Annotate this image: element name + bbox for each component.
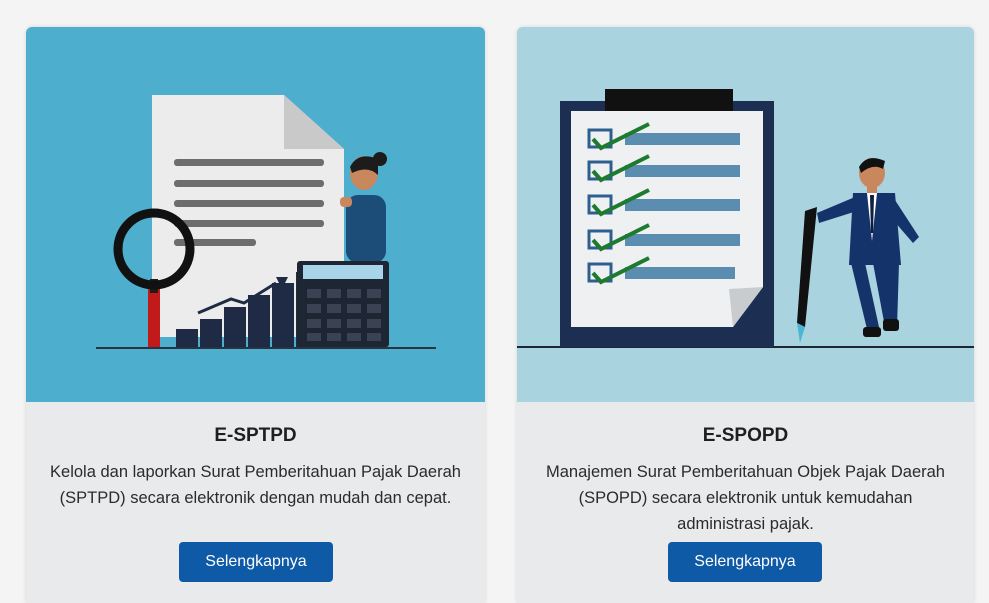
- document-magnifier-chart-calculator-icon: [96, 95, 436, 349]
- card-title: E-SPTPD: [214, 425, 297, 446]
- card-title: E-SPOPD: [702, 425, 789, 446]
- card-description: Kelola dan laporkan Surat Pemberitahuan …: [50, 463, 461, 507]
- card-description: Manajemen Surat Pemberitahuan Objek Paja…: [546, 463, 945, 533]
- card-image-esptpd: [26, 27, 485, 402]
- service-card-espopd: E-SPOPD Manajemen Surat Pemberitahuan Ob…: [517, 27, 974, 603]
- selengkapnya-button-esptpd[interactable]: Selengkapnya: [179, 542, 333, 582]
- selengkapnya-button-espopd[interactable]: Selengkapnya: [668, 542, 822, 582]
- card-image-espopd: [517, 27, 974, 402]
- checklist-clipboard-businessman-pen-icon: [517, 89, 974, 348]
- service-card-esptpd: E-SPTPD Kelola dan laporkan Surat Pember…: [26, 27, 485, 603]
